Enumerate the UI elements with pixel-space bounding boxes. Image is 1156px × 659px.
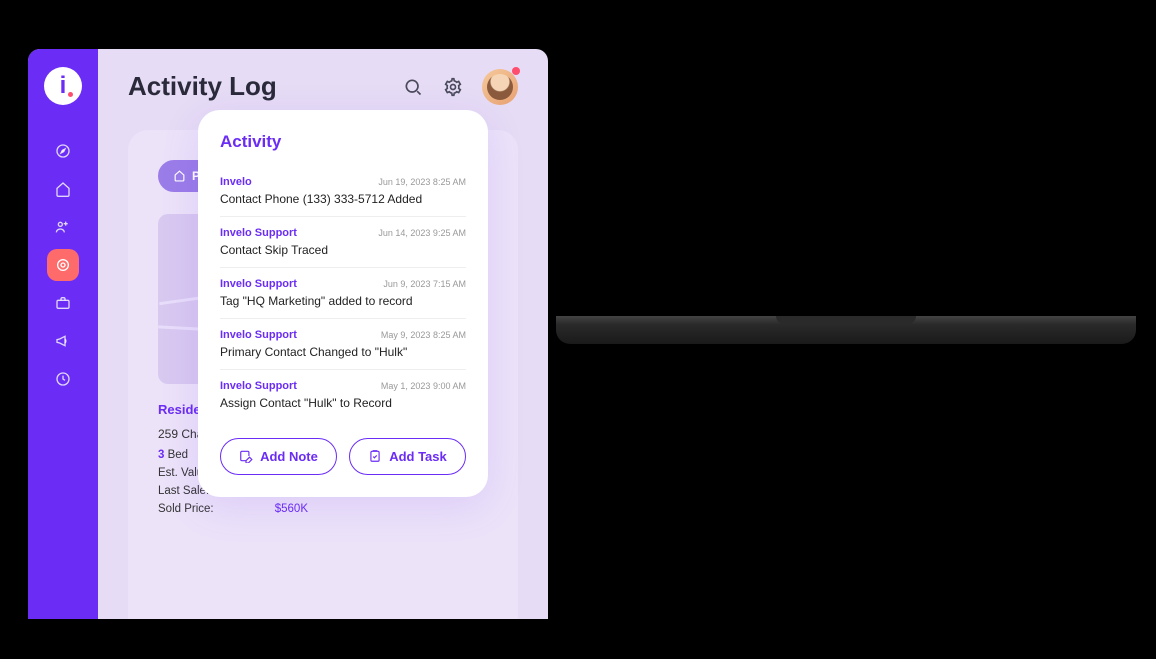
activity-time: Jun 9, 2023 7:15 AM <box>383 279 466 289</box>
compass-icon <box>55 143 71 159</box>
activity-actions: Add Note Add Task <box>220 438 466 475</box>
activity-author: Invelo <box>220 176 252 188</box>
nav-target[interactable] <box>47 249 79 281</box>
laptop-frame: i <box>20 41 556 619</box>
search-button[interactable] <box>402 76 424 98</box>
topbar: Activity Log <box>128 69 518 105</box>
nav-briefcase[interactable] <box>47 287 79 319</box>
sold-price: $560K <box>275 503 308 515</box>
activity-author: Invelo Support <box>220 380 297 392</box>
activity-row[interactable]: Invelo Jun 19, 2023 8:25 AM Contact Phone … <box>220 166 466 217</box>
sold-price-label: Sold Price: <box>158 503 214 515</box>
activity-row[interactable]: Invelo Support May 9, 2023 8:25 AM Primary… <box>220 319 466 370</box>
activity-body: Contact Skip Traced <box>220 243 466 257</box>
activity-body: Tag "HQ Marketing" added to record <box>220 294 466 308</box>
activity-time: Jun 19, 2023 8:25 AM <box>378 177 466 187</box>
activity-time: May 9, 2023 8:25 AM <box>381 330 466 340</box>
activity-card: Activity Invelo Jun 19, 2023 8:25 AM Conta… <box>198 110 488 497</box>
house-icon <box>173 169 186 182</box>
gear-icon <box>443 77 463 97</box>
app-logo[interactable]: i <box>44 67 82 105</box>
laptop-base <box>556 316 1136 344</box>
activity-time: May 1, 2023 9:00 AM <box>381 381 466 391</box>
main-area: Activity Log <box>98 49 548 619</box>
briefcase-icon <box>55 295 71 311</box>
add-task-button[interactable]: Add Task <box>349 438 466 475</box>
task-icon <box>368 449 382 463</box>
activity-list: Invelo Jun 19, 2023 8:25 AM Contact Phone … <box>220 166 466 420</box>
nav-home[interactable] <box>47 173 79 205</box>
page-title: Activity Log <box>128 71 277 102</box>
app-screen: i <box>28 49 548 619</box>
clock-icon <box>55 371 71 387</box>
target-icon <box>55 257 71 273</box>
home-icon <box>55 181 71 197</box>
topbar-actions <box>402 69 518 105</box>
nav-clock[interactable] <box>47 363 79 395</box>
activity-row[interactable]: Invelo Support Jun 9, 2023 7:15 AM Tag "HQ… <box>220 268 466 319</box>
activity-body: Contact Phone (133) 333-5712 Added <box>220 192 466 206</box>
nav-contacts[interactable] <box>47 211 79 243</box>
row-sold-price: Sold Price: $560K <box>158 503 308 515</box>
activity-title: Activity <box>220 132 466 152</box>
activity-author: Invelo Support <box>220 227 297 239</box>
activity-body: Assign Contact "Hulk" to Record <box>220 396 466 410</box>
add-note-label: Add Note <box>260 449 318 464</box>
nav-megaphone[interactable] <box>47 325 79 357</box>
user-avatar[interactable] <box>482 69 518 105</box>
users-icon <box>55 219 71 235</box>
note-icon <box>239 449 253 463</box>
activity-time: Jun 14, 2023 9:25 AM <box>378 228 466 238</box>
activity-author: Invelo Support <box>220 329 297 341</box>
add-note-button[interactable]: Add Note <box>220 438 337 475</box>
content-panel: Property Contacts Marketing <box>128 130 518 619</box>
activity-author: Invelo Support <box>220 278 297 290</box>
activity-row[interactable]: Invelo Support Jun 14, 2023 9:25 AM Contac… <box>220 217 466 268</box>
add-task-label: Add Task <box>389 449 447 464</box>
activity-row[interactable]: Invelo Support May 1, 2023 9:00 AM Assign … <box>220 370 466 420</box>
nav-list <box>47 135 79 395</box>
search-icon <box>403 77 423 97</box>
nav-compass[interactable] <box>47 135 79 167</box>
bed-label: Bed <box>164 449 188 461</box>
megaphone-icon <box>55 333 71 349</box>
avatar-image <box>487 74 513 100</box>
settings-button[interactable] <box>442 76 464 98</box>
sidebar: i <box>28 49 98 619</box>
activity-body: Primary Contact Changed to "Hulk" <box>220 345 466 359</box>
